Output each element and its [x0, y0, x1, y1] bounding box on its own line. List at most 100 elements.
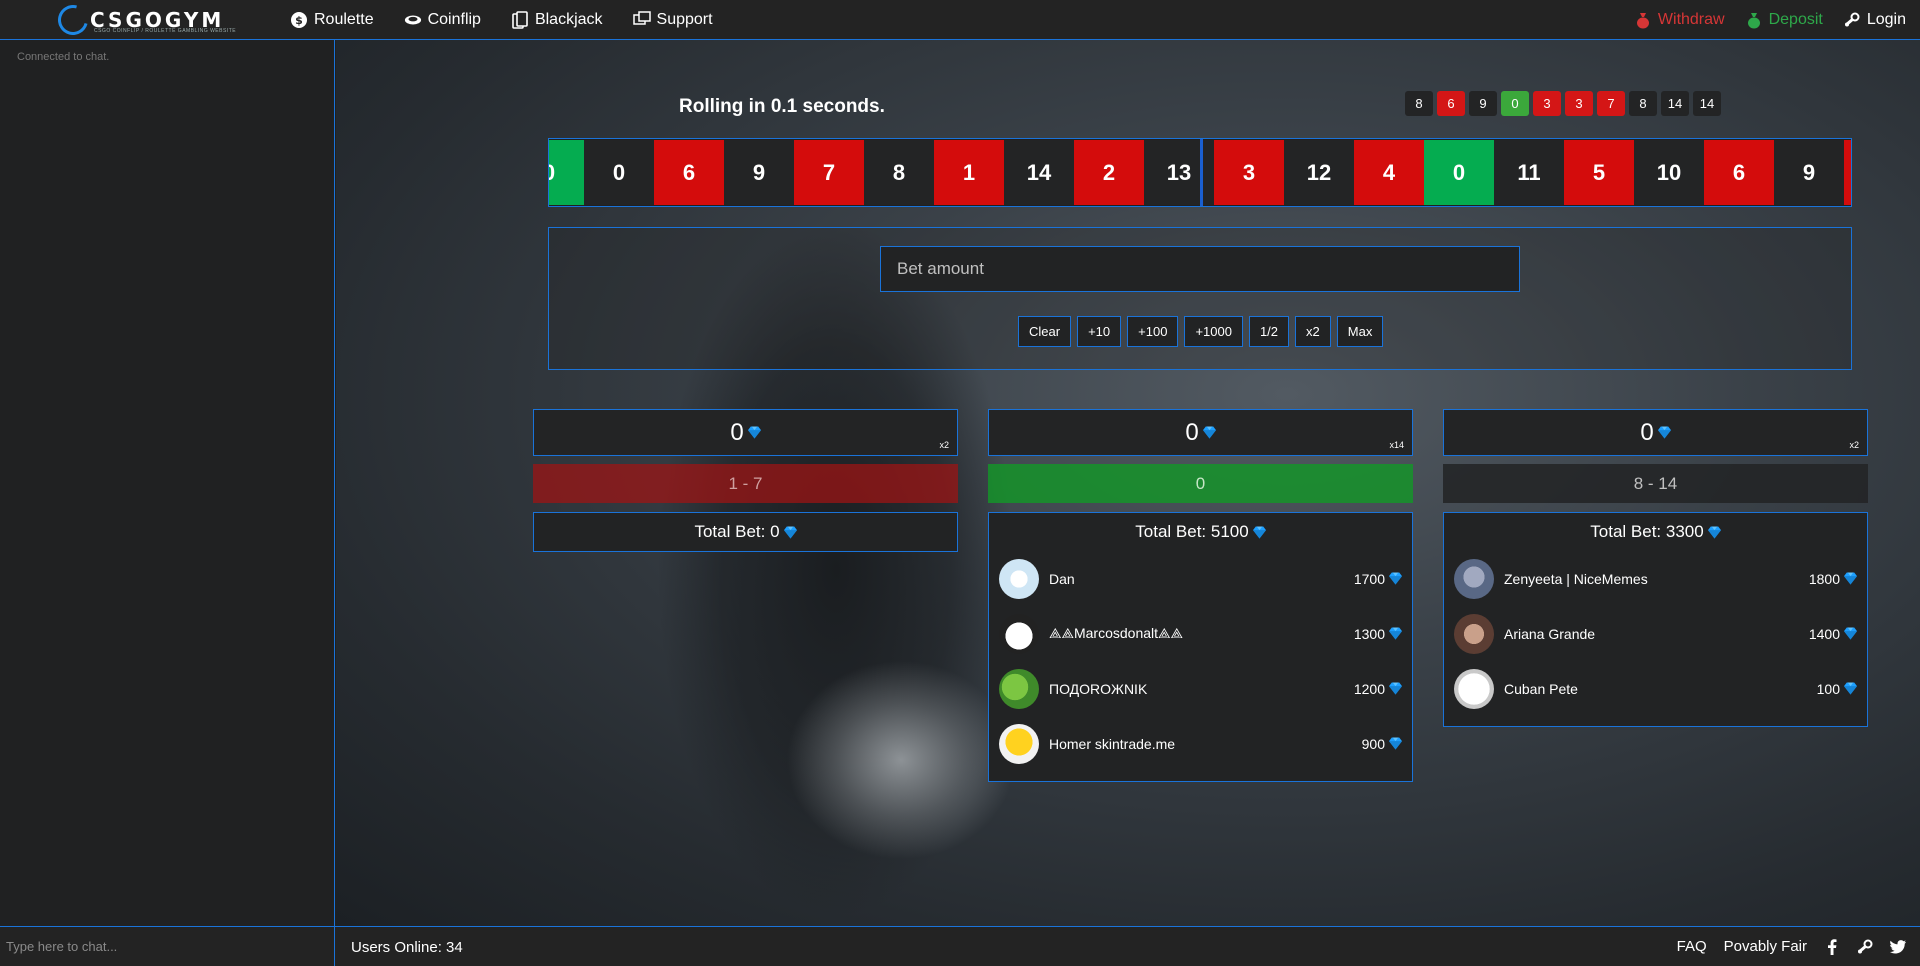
- bettor-name: Ariana Grande: [1504, 625, 1596, 642]
- nav-support-label: Support: [656, 11, 713, 28]
- bettor-amount: 1700: [1354, 571, 1402, 587]
- my-bet-amount: 0 x2: [1443, 409, 1868, 456]
- diamond-icon: [1389, 627, 1402, 640]
- roulette-tile: 9: [1774, 140, 1844, 205]
- bettor-name: Dan: [1049, 570, 1075, 587]
- withdraw-link[interactable]: Withdraw: [1634, 0, 1725, 40]
- quick-bet-button[interactable]: 1/2: [1248, 316, 1290, 347]
- nav-right: Withdraw Deposit Login: [1614, 0, 1906, 40]
- chat-input[interactable]: [0, 927, 335, 966]
- avatar: [999, 723, 1039, 764]
- history-item: 6: [1437, 91, 1465, 116]
- diamond-icon: [1707, 525, 1721, 539]
- quick-bet-button[interactable]: +10: [1077, 316, 1122, 347]
- steam-icon: [1843, 11, 1861, 29]
- bettor-amount-value: 1400: [1808, 625, 1840, 642]
- roulette-tile: 2: [1074, 140, 1144, 205]
- bettor-name: Cuban Pete: [1504, 680, 1578, 697]
- logo-icon: [52, 0, 94, 41]
- payout-multiplier: x2: [1849, 440, 1859, 450]
- quick-bet-button[interactable]: Clear: [1018, 316, 1072, 347]
- roulette-tile: 7: [794, 140, 864, 205]
- logo[interactable]: CSGOGYM CSGO COINFLIP / ROULETTE GAMBLIN…: [52, 0, 236, 41]
- quick-bet-button[interactable]: x2: [1295, 316, 1331, 347]
- nav-blackjack-label: Blackjack: [534, 11, 603, 28]
- quick-bet-button[interactable]: Max: [1336, 316, 1384, 347]
- main-nav: $ Roulette Coinflip Blackjack Support: [290, 0, 743, 40]
- bet-panel: Clear+10+100+10001/2x2Max: [548, 227, 1852, 370]
- twitter-icon[interactable]: [1890, 939, 1906, 955]
- diamond-icon: [1844, 682, 1857, 695]
- login-label: Login: [1866, 11, 1906, 28]
- chat-panel: Connected to chat.: [0, 40, 335, 926]
- diamond-icon: [1844, 572, 1857, 585]
- bet-column-red: 0 x2 1 - 7 Total Bet: 0: [533, 409, 958, 552]
- roulette-tile: 0: [584, 140, 654, 205]
- provably-fair-link[interactable]: Povably Fair: [1724, 938, 1807, 955]
- history-item: 14: [1693, 91, 1721, 116]
- roulette-tile: 1: [934, 140, 1004, 205]
- roulette-tile: 8: [864, 140, 934, 205]
- bettor-amount: 1200: [1354, 681, 1402, 697]
- my-bet-amount: 0 x14: [988, 409, 1413, 456]
- quick-bet-button[interactable]: +1000: [1184, 316, 1243, 347]
- bettor-row: Zenyeeta | NiceMemes 1800: [1444, 551, 1867, 606]
- nav-support[interactable]: Support: [632, 0, 713, 40]
- roulette-tile: 3: [1214, 140, 1284, 205]
- diamond-icon: [1389, 572, 1402, 585]
- roulette-strip: 0069781142133124011510697: [548, 138, 1852, 207]
- roulette-tile: 6: [1704, 140, 1774, 205]
- bettor-amount-value: 900: [1361, 735, 1385, 752]
- money-bag-icon: [1634, 11, 1652, 29]
- total-bet-title: Total Bet: 5100: [989, 513, 1412, 551]
- diamond-icon: [1844, 627, 1857, 640]
- quick-bet-button[interactable]: +100: [1127, 316, 1179, 347]
- total-bet-panel: Total Bet: 0: [533, 512, 958, 552]
- bettor-row: Ariana Grande 1400: [1444, 606, 1867, 661]
- place-bet-red-button[interactable]: 1 - 7: [533, 464, 958, 503]
- footer-links: FAQ Povably Fair: [1677, 927, 1906, 966]
- diamond-icon: [1389, 737, 1402, 750]
- roulette-tile: 10: [1634, 140, 1704, 205]
- roulette-tile: 7: [1844, 140, 1851, 205]
- svg-text:$: $: [295, 14, 303, 27]
- bettor-amount-value: 1800: [1808, 570, 1840, 587]
- bet-amount-input[interactable]: [880, 246, 1520, 292]
- nav-roulette[interactable]: $ Roulette: [290, 0, 374, 40]
- bettor-row: ПОДОROЖNIK 1200: [989, 661, 1412, 716]
- my-bet-value: 0: [730, 418, 744, 446]
- bettor-amount-value: 1200: [1353, 680, 1385, 697]
- bettor-amount: 1300: [1354, 626, 1402, 642]
- diamond-icon: [747, 426, 761, 439]
- support-icon: [632, 11, 651, 29]
- history-item: 3: [1565, 91, 1593, 116]
- diamond-icon: [1252, 525, 1266, 539]
- bettor-name: ПОДОROЖNIK: [1049, 680, 1148, 697]
- steam-icon[interactable]: [1857, 939, 1873, 955]
- coin-icon: [404, 11, 422, 29]
- bettor-amount: 900: [1362, 736, 1402, 752]
- history-item: 14: [1661, 91, 1689, 116]
- avatar: [1454, 613, 1494, 654]
- bettor-amount: 1800: [1809, 571, 1857, 587]
- place-bet-black-button[interactable]: 8 - 14: [1443, 464, 1868, 503]
- money-bag-icon: [1745, 11, 1763, 29]
- faq-link[interactable]: FAQ: [1677, 938, 1707, 955]
- login-link[interactable]: Login: [1843, 0, 1906, 40]
- facebook-icon[interactable]: [1824, 938, 1840, 955]
- roulette-tile: 13: [1144, 140, 1214, 205]
- bettor-row: ⟁⟁Marcosdonalt⟁⟁ 1300: [989, 606, 1412, 661]
- avatar: [1454, 558, 1494, 599]
- roulette-tile: 0: [549, 140, 584, 205]
- bettor-amount: 100: [1817, 681, 1857, 697]
- roulette-tile: 6: [654, 140, 724, 205]
- deposit-label: Deposit: [1768, 11, 1823, 28]
- bet-column-green: 0 x14 0 Total Bet: 5100 Dan 1700 ⟁⟁Marcosdonal…: [988, 409, 1413, 782]
- deposit-link[interactable]: Deposit: [1745, 0, 1823, 40]
- nav-coinflip[interactable]: Coinflip: [404, 0, 481, 40]
- roulette-tile: 14: [1004, 140, 1074, 205]
- total-bet-panel: Total Bet: 3300 Zenyeeta | NiceMemes 1800 A…: [1443, 512, 1868, 727]
- bettor-name: Homer skintrade.me: [1049, 735, 1176, 752]
- nav-blackjack[interactable]: Blackjack: [511, 0, 603, 40]
- place-bet-green-button[interactable]: 0: [988, 464, 1413, 503]
